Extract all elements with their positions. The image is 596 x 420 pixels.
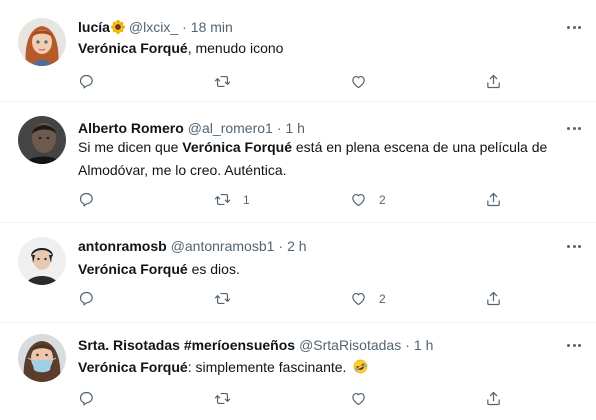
share-button[interactable]: [485, 290, 502, 307]
share-icon: [487, 74, 500, 89]
young-man-avatar[interactable]: [18, 237, 66, 285]
user-handle[interactable]: @SrtaRisotadas: [299, 337, 401, 353]
share-icon: [487, 391, 500, 406]
like-count: 2: [379, 291, 386, 306]
like-count: 2: [379, 192, 386, 207]
tweet-header: antonramosb @antonramosb1 · 2 h: [78, 236, 307, 256]
tweet-header: Srta. Risotadas #meríoensueños @SrtaRiso…: [78, 335, 433, 355]
share-icon: [487, 291, 500, 306]
man-portrait-avatar[interactable]: [18, 116, 66, 164]
tweet-actions: 1 2: [78, 191, 583, 209]
retweet-icon: [214, 193, 231, 206]
tweet-text: Verónica Forqué, menudo icono: [78, 37, 583, 60]
tweet-text-segment: , menudo icono: [187, 40, 284, 56]
separator-dot: ·: [405, 337, 410, 353]
more-options-icon[interactable]: [564, 120, 584, 136]
tweet-actions: 2: [78, 290, 583, 308]
tweet-text: Verónica Forqué: simplemente fascinante.: [78, 356, 583, 379]
tweet[interactable]: Alberto Romero @al_romero1 · 1 h Si me d…: [0, 102, 596, 223]
user-handle[interactable]: @antonramosb1: [171, 238, 275, 254]
retweet-button[interactable]: [214, 73, 243, 90]
like-button[interactable]: 2: [350, 191, 386, 208]
retweet-button[interactable]: [214, 390, 243, 407]
tweet-text: Verónica Forqué es dios.: [78, 258, 583, 281]
sunflower-emoji-icon: [110, 20, 125, 34]
heart-icon: [352, 75, 365, 89]
user-name[interactable]: lucía: [78, 19, 110, 35]
retweet-count: 1: [243, 192, 250, 207]
user-name[interactable]: Srta. Risotadas #meríoensueños: [78, 337, 295, 353]
tweet-text-segment: Si me dicen que: [78, 139, 183, 155]
heart-icon: [352, 392, 365, 406]
rolling-laughing-emoji-icon: [353, 358, 368, 374]
like-button[interactable]: 2: [350, 290, 386, 307]
user-name[interactable]: Alberto Romero: [78, 120, 184, 136]
share-button[interactable]: [485, 73, 502, 90]
red-haired-girl-avatar[interactable]: [18, 18, 66, 66]
bold-mention: Verónica Forqué: [78, 40, 188, 56]
more-options-icon[interactable]: [564, 337, 584, 353]
user-name[interactable]: antonramosb: [78, 238, 167, 254]
tweet-actions: [78, 390, 583, 408]
more-options-icon[interactable]: [564, 238, 584, 254]
bold-mention: Verónica Forqué: [78, 261, 188, 277]
more-options-icon[interactable]: [564, 19, 584, 35]
tweet-actions: [78, 73, 583, 91]
retweet-icon: [214, 75, 231, 88]
reply-icon: [79, 291, 93, 306]
retweet-icon: [214, 292, 231, 305]
user-handle[interactable]: @lxcix_: [129, 19, 178, 35]
like-button[interactable]: [350, 73, 379, 90]
share-button[interactable]: [485, 191, 502, 208]
retweet-icon: [214, 392, 231, 405]
reply-button[interactable]: [78, 290, 107, 307]
bold-mention: Verónica Forqué: [78, 359, 188, 375]
tweet-timestamp[interactable]: 1 h: [286, 120, 305, 136]
tweet-header: lucía @lxcix_ · 18 min: [78, 17, 233, 37]
reply-button[interactable]: [78, 191, 107, 208]
user-handle[interactable]: @al_romero1: [188, 120, 273, 136]
share-icon: [487, 192, 500, 207]
reply-button[interactable]: [78, 390, 107, 407]
tweet-text-segment: es dios.: [187, 261, 240, 277]
tweet-text: Si me dicen que Verónica Forqué está en …: [78, 136, 583, 182]
retweet-button[interactable]: 1: [214, 191, 250, 208]
heart-icon: [352, 292, 365, 306]
reply-icon: [79, 391, 93, 406]
tweet[interactable]: antonramosb @antonramosb1 · 2 h Verónica…: [0, 223, 596, 323]
heart-icon: [352, 193, 365, 207]
reply-button[interactable]: [78, 73, 107, 90]
tweet-timestamp[interactable]: 1 h: [414, 337, 433, 353]
share-button[interactable]: [485, 390, 502, 407]
tweet-header: Alberto Romero @al_romero1 · 1 h: [78, 118, 305, 138]
woman-face-mask-avatar[interactable]: [18, 334, 66, 382]
reply-icon: [79, 74, 93, 89]
separator-dot: ·: [276, 120, 282, 136]
tweet[interactable]: Srta. Risotadas #meríoensueños @SrtaRiso…: [0, 323, 596, 420]
bold-mention: Verónica Forqué: [182, 139, 292, 155]
retweet-button[interactable]: [214, 290, 243, 307]
tweet[interactable]: lucía @lxcix_ · 18 min Verónica Forqué, …: [0, 0, 596, 102]
separator-dot: ·: [278, 238, 284, 254]
like-button[interactable]: [350, 390, 379, 407]
tweet-timestamp[interactable]: 2 h: [287, 238, 306, 254]
reply-icon: [79, 192, 93, 207]
tweet-timestamp[interactable]: 18 min: [191, 19, 233, 35]
tweet-text-segment: : simplemente fascinante.: [187, 359, 351, 375]
separator-dot: ·: [182, 19, 187, 35]
